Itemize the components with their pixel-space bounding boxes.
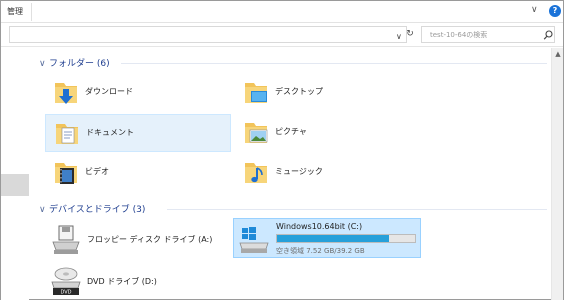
folder-item-videos[interactable]: ビデオ bbox=[45, 154, 231, 192]
drive-free-space: 空き領域 7.52 GB/39.2 GB bbox=[276, 247, 365, 255]
ribbon-tab-manage[interactable]: 管理 bbox=[7, 6, 23, 17]
drive-usage-bar bbox=[276, 234, 416, 243]
folder-label: ピクチャ bbox=[275, 127, 307, 136]
refresh-icon[interactable]: ↻ bbox=[403, 26, 417, 43]
svg-text:DVD: DVD bbox=[60, 290, 71, 296]
address-bar[interactable]: ∨ bbox=[9, 26, 407, 43]
group-divider bbox=[121, 63, 547, 64]
floppy-drive-icon bbox=[52, 225, 80, 254]
ribbon-tab-strip: 管理 ∨ ? bbox=[1, 1, 563, 23]
dvd-drive-icon: DVD bbox=[51, 267, 81, 296]
folder-item-downloads[interactable]: ダウンロード bbox=[45, 74, 231, 112]
folder-item-music[interactable]: ミュージック bbox=[235, 154, 421, 192]
desktop-folder-icon bbox=[245, 83, 267, 103]
help-icon[interactable]: ? bbox=[549, 5, 561, 17]
folder-item-desktop[interactable]: デスクトップ bbox=[235, 74, 421, 112]
music-folder-icon bbox=[245, 163, 267, 183]
folder-label: ダウンロード bbox=[85, 87, 133, 96]
address-row: ∨ ↻ bbox=[1, 23, 563, 47]
content-pane: ∨ フォルダー (6) ダウンロード デスクトップ ドキュメント ピクチャ ビデ… bbox=[29, 48, 551, 300]
folder-label: デスクトップ bbox=[275, 87, 323, 96]
group-divider bbox=[167, 209, 547, 210]
folder-item-documents[interactable]: ドキュメント bbox=[45, 114, 231, 152]
group-header-devices[interactable]: ∨ デバイスとドライブ (3) bbox=[39, 202, 145, 215]
group-label-folders: フォルダー (6) bbox=[49, 59, 110, 69]
drive-item-floppy[interactable]: フロッピー ディスク ドライブ (A:) bbox=[45, 220, 233, 260]
ribbon-divider bbox=[31, 3, 32, 21]
documents-folder-icon bbox=[56, 124, 78, 144]
drive-label: フロッピー ディスク ドライブ (A:) bbox=[87, 235, 213, 244]
drive-item-dvd[interactable]: DVD DVD ドライブ (D:) bbox=[45, 262, 233, 300]
download-folder-icon bbox=[55, 83, 77, 104]
drive-usage-fill bbox=[277, 235, 389, 242]
explorer-window: 管理 ∨ ? ∨ ↻ ∨フォルダー (6) bbox=[0, 0, 564, 300]
videos-folder-icon bbox=[55, 163, 77, 184]
search-input[interactable] bbox=[430, 29, 540, 41]
group-label-devices: デバイスとドライブ (3) bbox=[49, 205, 146, 215]
windows-drive-icon bbox=[239, 227, 269, 253]
folder-label: ミュージック bbox=[275, 167, 323, 176]
collapse-caret-icon[interactable]: ∨ bbox=[39, 59, 49, 69]
collapse-caret-icon[interactable]: ∨ bbox=[39, 205, 49, 215]
ribbon-expand-chevron-icon[interactable]: ∨ bbox=[531, 5, 541, 17]
navigation-pane[interactable] bbox=[1, 48, 29, 300]
folder-label: ビデオ bbox=[85, 167, 109, 176]
drive-label: Windows10.64bit (C:) bbox=[276, 222, 363, 231]
folder-item-pictures[interactable]: ピクチャ bbox=[235, 114, 421, 152]
scroll-up-arrow-icon[interactable]: ▲ bbox=[552, 50, 564, 60]
vertical-scrollbar[interactable]: ▲ bbox=[551, 48, 563, 300]
pictures-folder-icon bbox=[245, 123, 268, 143]
folder-label: ドキュメント bbox=[86, 128, 134, 137]
search-icon[interactable] bbox=[543, 29, 553, 41]
drive-label: DVD ドライブ (D:) bbox=[87, 277, 157, 286]
navigation-pane-selected-item[interactable] bbox=[1, 174, 29, 196]
group-header-folders[interactable]: ∨ フォルダー (6) bbox=[39, 56, 110, 69]
drive-item-c[interactable]: Windows10.64bit (C:) 空き領域 7.52 GB/39.2 G… bbox=[233, 218, 421, 258]
search-box[interactable] bbox=[421, 26, 555, 43]
